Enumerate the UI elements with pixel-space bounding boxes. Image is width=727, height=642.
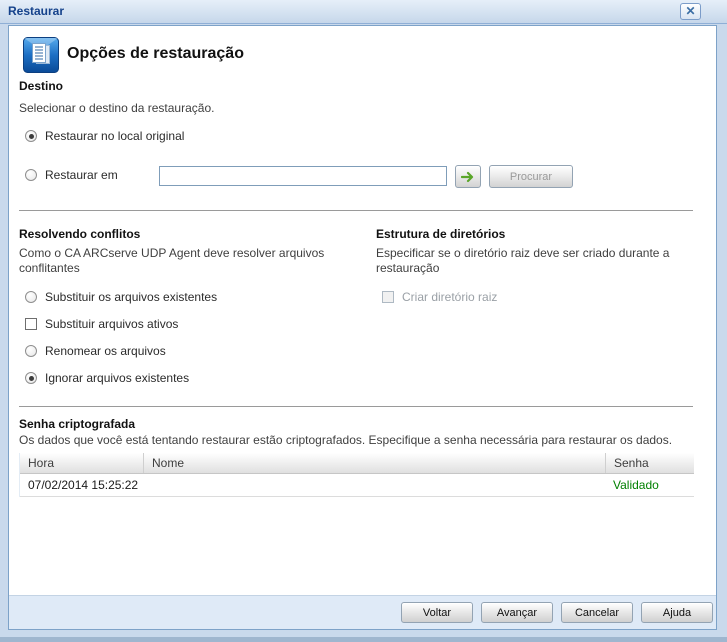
go-arrow-button[interactable] [455, 165, 481, 188]
directory-structure-description: Especificar se o diretório raiz deve ser… [376, 246, 670, 275]
radio-rename-files[interactable]: Renomear os arquivos [25, 344, 166, 358]
encrypted-password-description: Os dados que você está tentando restaura… [19, 433, 673, 447]
title-bar: Restaurar [0, 0, 727, 24]
radio-rename-files-label: Renomear os arquivos [45, 344, 166, 358]
restore-options-icon [23, 37, 59, 73]
restore-dialog: Restaurar ✕ Opções de restauração Destin… [0, 0, 727, 642]
page-title: Opções de restauração [67, 45, 244, 62]
cell-hora: 07/02/2014 15:25:22 [28, 478, 139, 492]
conflicts-description: Como o CA ARCserve UDP Agent deve resolv… [19, 246, 325, 275]
radio-restore-to-label: Restaurar em [45, 168, 118, 182]
help-button[interactable]: Ajuda [641, 602, 713, 623]
checkbox-replace-active-label: Substituir arquivos ativos [45, 317, 179, 331]
back-button[interactable]: Voltar [401, 602, 473, 623]
checkbox-replace-active[interactable]: Substituir arquivos ativos [25, 317, 178, 331]
window-title: Restaurar [8, 4, 65, 18]
directory-structure-heading: Estrutura de diretórios [376, 227, 506, 241]
password-table-header: Hora Nome Senha [20, 453, 694, 474]
column-header-senha[interactable]: Senha [605, 453, 694, 473]
browse-button[interactable]: Procurar [489, 165, 573, 188]
green-arrow-icon [460, 171, 473, 182]
conflicts-heading: Resolvendo conflitos [19, 227, 141, 241]
cancel-button[interactable]: Cancelar [561, 602, 633, 623]
checkbox-unchecked-icon [25, 318, 37, 330]
status-badge: Validado [613, 478, 659, 492]
destination-description: Selecionar o destino da restauração. [19, 101, 215, 115]
close-icon[interactable]: ✕ [680, 3, 701, 20]
restore-path-input[interactable] [159, 166, 447, 186]
checkbox-create-root-dir-label: Criar diretório raiz [402, 290, 498, 304]
radio-selected-icon [25, 372, 37, 384]
divider-bottom [19, 406, 693, 408]
radio-restore-original-label: Restaurar no local original [45, 129, 185, 143]
window-bottom-edge [0, 637, 727, 642]
radio-restore-to[interactable]: Restaurar em [25, 168, 118, 182]
checkbox-create-root-dir: Criar diretório raiz [382, 290, 497, 304]
checkbox-disabled-icon [382, 291, 394, 303]
radio-restore-original[interactable]: Restaurar no local original [25, 129, 184, 143]
radio-unselected-icon [25, 169, 37, 181]
dialog-body: Opções de restauração Destino Selecionar… [8, 25, 717, 630]
radio-replace-existing[interactable]: Substituir os arquivos existentes [25, 290, 217, 304]
password-table: Hora Nome Senha 07/02/2014 15:25:22 Vali… [19, 453, 694, 497]
radio-unselected-icon [25, 291, 37, 303]
radio-replace-existing-label: Substituir os arquivos existentes [45, 290, 218, 304]
radio-skip-existing-label: Ignorar arquivos existentes [45, 371, 190, 385]
radio-unselected-icon [25, 345, 37, 357]
table-row[interactable]: 07/02/2014 15:25:22 Validado [20, 474, 694, 497]
next-button[interactable]: Avançar [481, 602, 553, 623]
column-header-hora[interactable]: Hora [20, 453, 143, 473]
encrypted-password-heading: Senha criptografada [19, 417, 136, 431]
divider-top [19, 210, 693, 212]
destination-heading: Destino [19, 79, 64, 93]
cell-nome [143, 474, 605, 496]
radio-selected-icon [25, 130, 37, 142]
radio-skip-existing[interactable]: Ignorar arquivos existentes [25, 371, 189, 385]
footer-bar: Voltar Avançar Cancelar Ajuda [9, 595, 716, 629]
column-header-nome[interactable]: Nome [143, 453, 605, 473]
